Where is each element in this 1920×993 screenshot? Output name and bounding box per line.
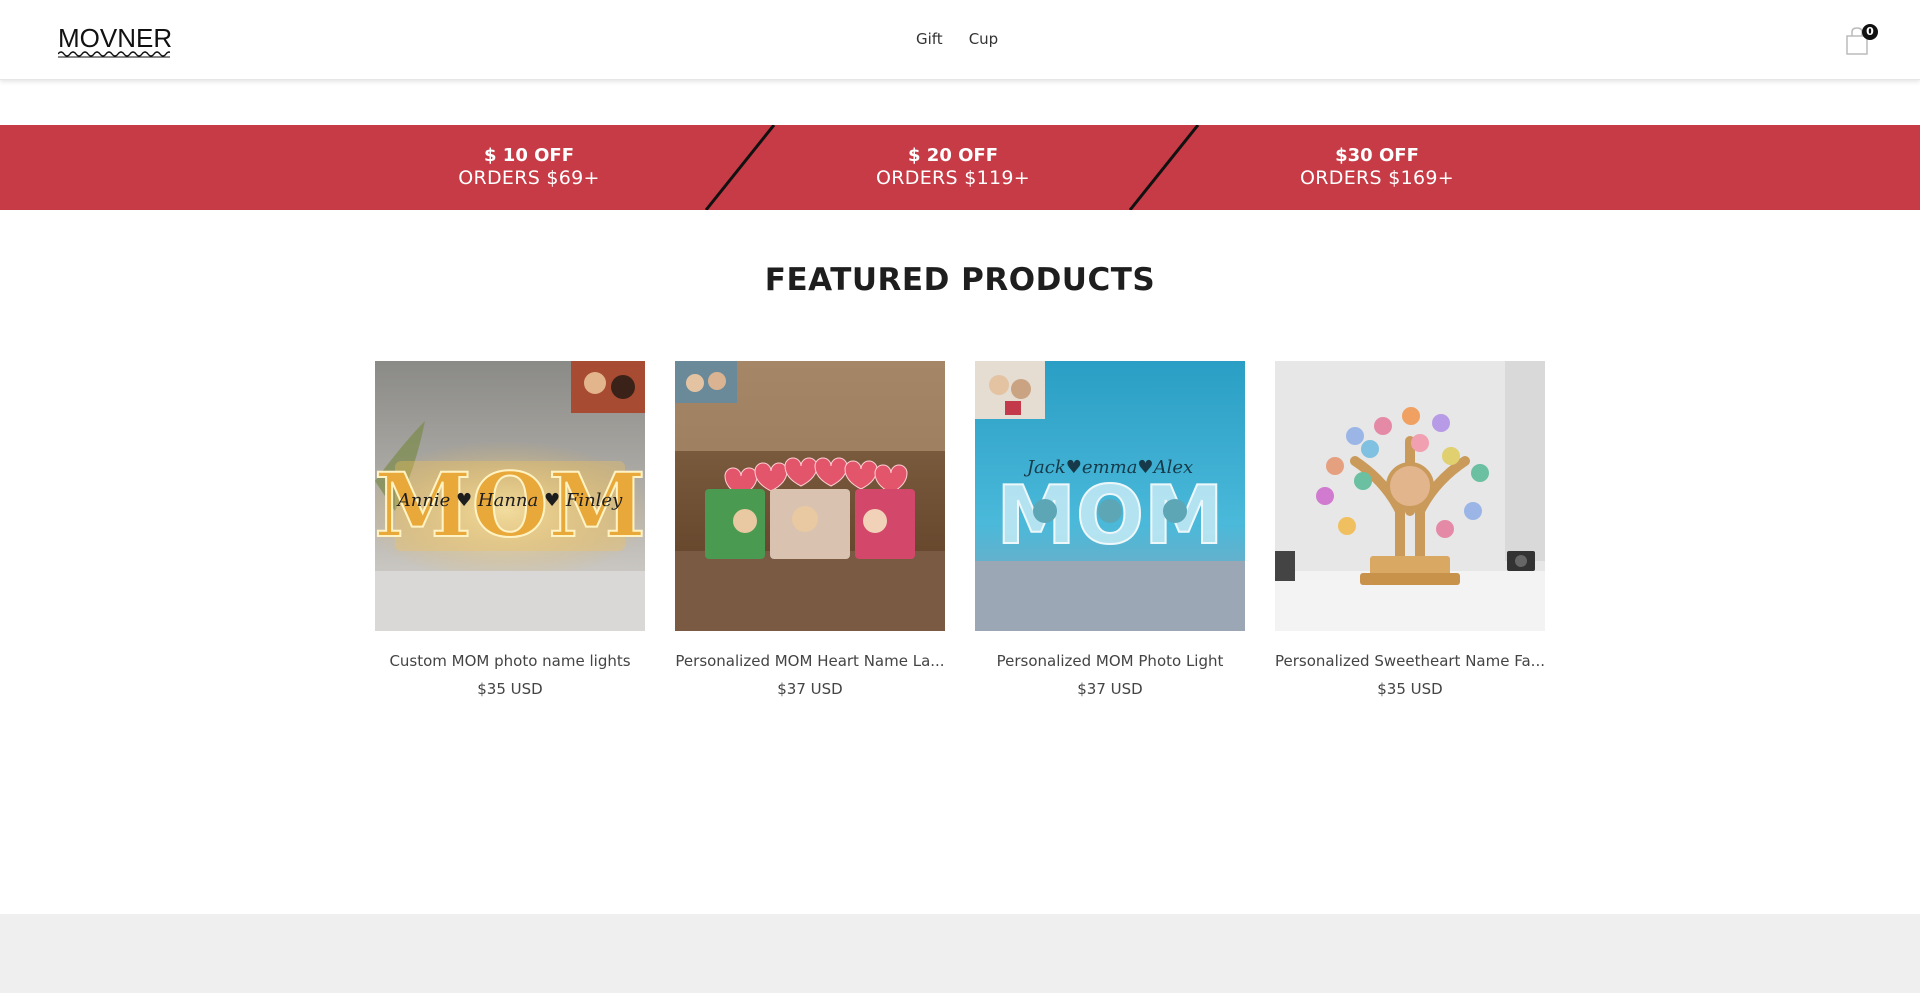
logo[interactable]: MOVNER [58, 23, 173, 58]
promo-tier-1: $ 10 OFF ORDERS $69+ [389, 145, 669, 190]
discount-banner: $ 10 OFF ORDERS $69+ $ 20 OFF ORDERS $11… [0, 125, 1920, 210]
product-photo [675, 361, 945, 631]
cart-count-badge: 0 [1862, 24, 1878, 40]
product-card[interactable]: MOM Annie ♥ Hanna ♥ Finley Custom MOM ph… [375, 361, 645, 698]
promo-tier-2: $ 20 OFF ORDERS $119+ [813, 145, 1093, 190]
promo-tier-3-threshold: ORDERS $169+ [1300, 167, 1454, 189]
product-card[interactable]: Personalized MOM Heart Name La... $37 US… [675, 361, 945, 698]
logo-wave-decoration [58, 51, 170, 58]
product-card[interactable]: Personalized Sweetheart Name Fa... $35 U… [1275, 361, 1545, 698]
promo-tier-2-discount: $ 20 OFF [908, 145, 998, 166]
site-header: MOVNER Gift Cup 0 [0, 0, 1920, 80]
product-name[interactable]: Personalized MOM Photo Light [975, 652, 1245, 670]
product-price: $37 USD [777, 680, 843, 698]
product-price: $35 USD [1377, 680, 1443, 698]
product-name[interactable]: Personalized MOM Heart Name La... [675, 652, 945, 670]
product-price: $35 USD [477, 680, 543, 698]
promo-tier-3: $30 OFF ORDERS $169+ [1237, 145, 1517, 190]
svg-text:Jack♥emma♥Alex: Jack♥emma♥Alex [1023, 457, 1193, 478]
promo-tier-1-threshold: ORDERS $69+ [458, 167, 600, 189]
product-image-mom-hearts[interactable] [675, 361, 945, 631]
product-card[interactable]: MOM Jack♥emma♥Alex Personalized MOM Phot… [975, 361, 1245, 698]
promo-tier-2-threshold: ORDERS $119+ [876, 167, 1030, 189]
logo-text: MOVNER [58, 23, 173, 53]
product-price: $37 USD [1077, 680, 1143, 698]
nav-gift[interactable]: Gift [916, 30, 943, 48]
footer-area [0, 914, 1920, 993]
product-name[interactable]: Personalized Sweetheart Name Fa... [1275, 652, 1545, 670]
product-photo: MOM Annie ♥ Hanna ♥ Finley [375, 361, 645, 631]
product-image-family-tree[interactable] [1275, 361, 1545, 631]
product-name[interactable]: Custom MOM photo name lights [375, 652, 645, 670]
product-image-mom-blue-light[interactable]: MOM Jack♥emma♥Alex [975, 361, 1245, 631]
product-photo [1275, 361, 1545, 631]
svg-text:Annie ♥ Hanna ♥ Finley: Annie ♥ Hanna ♥ Finley [396, 490, 623, 511]
nav-cup[interactable]: Cup [969, 30, 999, 48]
promo-tier-3-discount: $30 OFF [1335, 145, 1419, 166]
cart-button[interactable]: 0 [1844, 24, 1878, 56]
featured-products-heading: FEATURED PRODUCTS [764, 262, 1156, 298]
promo-tier-1-discount: $ 10 OFF [484, 145, 574, 166]
main-nav: Gift Cup [916, 30, 998, 48]
product-image-mom-letters[interactable]: MOM Annie ♥ Hanna ♥ Finley [375, 361, 645, 631]
product-photo: MOM Jack♥emma♥Alex [975, 361, 1245, 631]
